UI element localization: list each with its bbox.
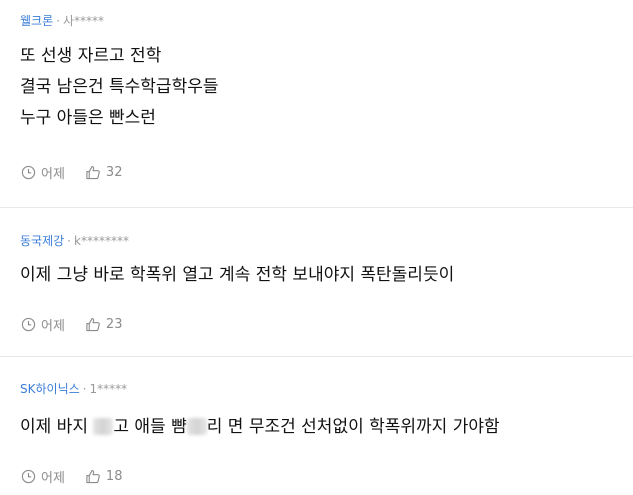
like-button[interactable]: 32 — [85, 165, 123, 180]
comment-actions: 어제 23 — [21, 315, 122, 334]
comment-item: 웰크론 · 사***** 또 선생 자르고 전학 결국 남은건 특수학급학우들 누구… — [0, 0, 633, 208]
comment-line: 이제 바지 고 애들 뺨 리 면 무조건 선처없이 학폭위까지 가야함 — [20, 412, 500, 443]
thumbs-up-icon — [86, 317, 100, 332]
comment-text-segment: 이제 바지 — [20, 417, 94, 437]
comment-line: 이제 그냥 바로 학폭위 열고 계속 전학 보내야지 폭탄돌리듯이 — [20, 265, 455, 285]
comment-meta: 웰크론 · 사***** — [20, 14, 104, 28]
comment-actions: 어제 32 — [21, 163, 122, 182]
comment-time: 어제 — [21, 315, 65, 334]
comment-user-id: 사***** — [62, 14, 104, 28]
comment-item: 동국제강 · k******** 이제 그냥 바로 학폭위 열고 계속 전학 보내야… — [0, 208, 633, 357]
like-count: 23 — [105, 317, 123, 332]
comment-user-id: k******** — [74, 234, 129, 248]
blurred-text-mask — [186, 418, 207, 435]
comment-item: SK하이닉스 · 1***** 이제 바지 고 애들 뺨 리 면 무조건 선처없이 학… — [0, 357, 633, 495]
comment-line: 또 선생 자르고 전학 — [20, 46, 162, 66]
meta-separator: · — [67, 234, 71, 248]
thumbs-up-icon — [86, 469, 100, 484]
comment-user-id: 1***** — [89, 382, 128, 396]
comment-time: 어제 — [21, 163, 65, 182]
comment-nickname[interactable]: 동국제강 — [20, 234, 64, 248]
comment-body: 이제 그냥 바로 학폭위 열고 계속 전학 보내야지 폭탄돌리듯이 — [20, 260, 454, 291]
thumbs-up-icon — [86, 165, 100, 180]
meta-separator: · — [82, 382, 87, 396]
comment-body: 또 선생 자르고 전학 결국 남은건 특수학급학우들 누구 아들은 빤스런 — [20, 41, 219, 134]
comment-time-label: 어제 — [41, 319, 65, 334]
like-count: 18 — [105, 469, 123, 484]
comment-nickname[interactable]: 웰크론 — [20, 14, 53, 28]
comment-text-segment: 리 면 무조건 선처없이 학폭위까지 가야함 — [206, 417, 500, 437]
comment-time: 어제 — [21, 467, 65, 486]
meta-separator: · — [56, 14, 60, 28]
comment-actions: 어제 18 — [21, 467, 122, 486]
clock-icon — [21, 317, 36, 332]
like-button[interactable]: 23 — [85, 317, 123, 332]
comment-nickname[interactable]: SK하이닉스 — [20, 382, 80, 396]
clock-icon — [21, 165, 36, 180]
comment-time-label: 어제 — [41, 471, 65, 486]
comment-meta: SK하이닉스 · 1***** — [20, 382, 127, 396]
like-button[interactable]: 18 — [85, 469, 123, 484]
comment-time-label: 어제 — [41, 167, 65, 182]
clock-icon — [21, 469, 36, 484]
blurred-text-mask — [93, 418, 114, 435]
comment-meta: 동국제강 · k******** — [20, 234, 129, 248]
comment-line: 결국 남은건 특수학급학우들 — [20, 77, 219, 97]
like-count: 32 — [105, 165, 123, 180]
comment-text-segment: 고 애들 뺨 — [113, 417, 187, 437]
comment-body: 이제 바지 고 애들 뺨 리 면 무조건 선처없이 학폭위까지 가야함 — [20, 412, 500, 443]
comment-list: 웰크론 · 사***** 또 선생 자르고 전학 결국 남은건 특수학급학우들 누구… — [0, 0, 633, 495]
comment-line: 누구 아들은 빤스런 — [20, 108, 156, 128]
